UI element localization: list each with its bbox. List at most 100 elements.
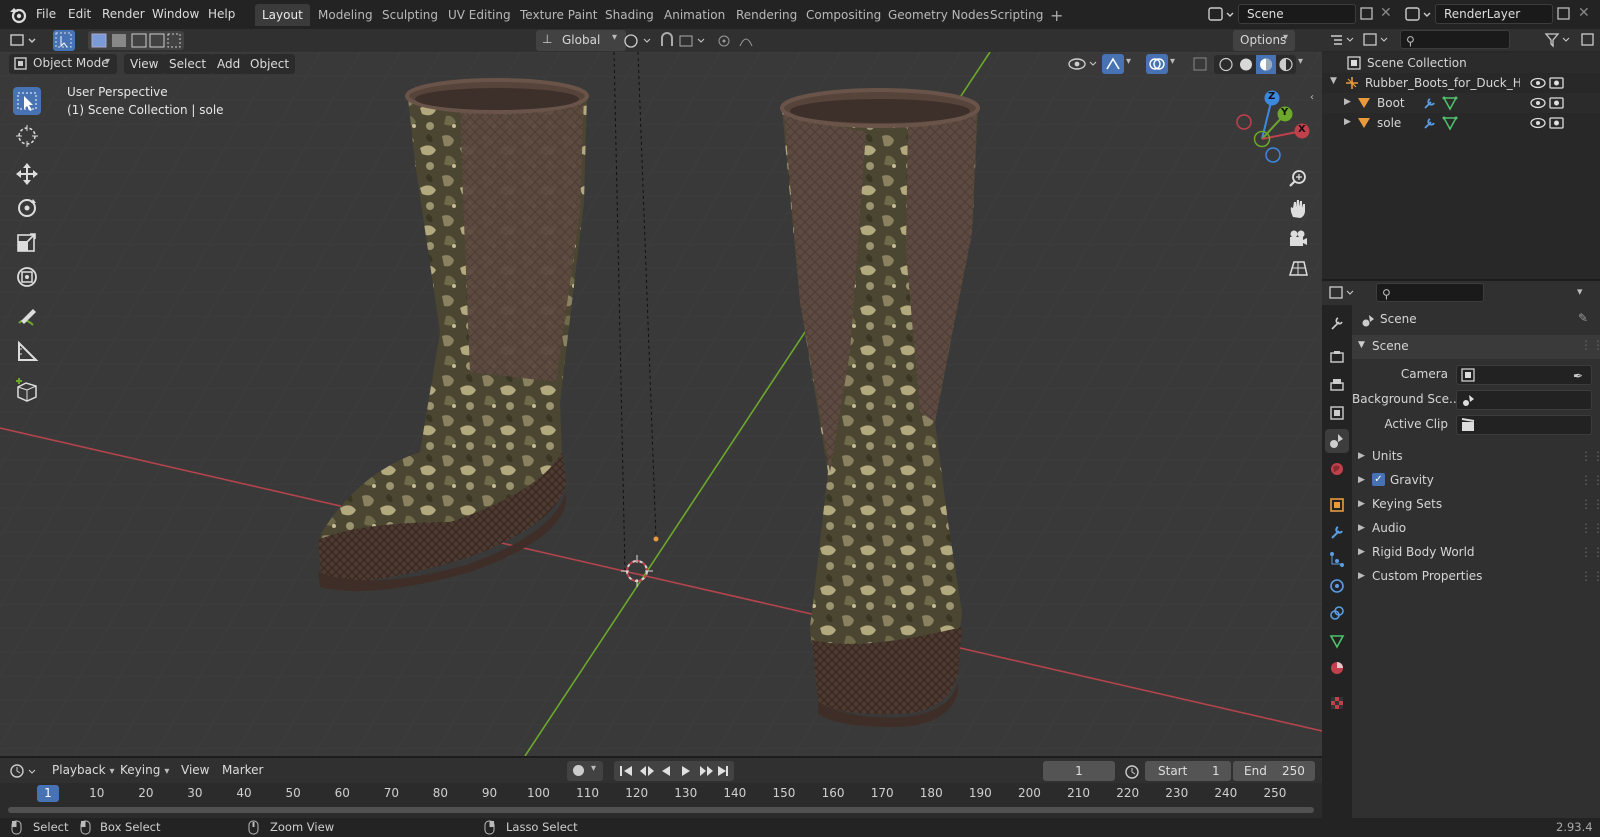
output-tab-icon[interactable] <box>1329 377 1345 393</box>
eyedropper-icon[interactable]: ✒ <box>1573 367 1583 385</box>
expand-down-icon[interactable]: ▼ <box>1330 76 1337 86</box>
current-frame-marker[interactable]: 1 <box>37 785 59 802</box>
display-mode-icon[interactable] <box>1362 32 1392 48</box>
tab-rendering[interactable]: Rendering <box>729 4 804 26</box>
eye-icon[interactable] <box>1530 95 1546 111</box>
drag-handle-icon[interactable]: ⋮⋮ <box>1580 469 1600 491</box>
particles-tab-icon[interactable] <box>1329 551 1345 567</box>
audio-panel-header[interactable]: ▶ Audio ⋮⋮ <box>1352 517 1600 539</box>
physics-tab-icon[interactable] <box>1329 578 1345 594</box>
render-tab-icon[interactable] <box>1329 349 1345 365</box>
menu-help[interactable]: Help <box>202 5 241 24</box>
add-cube-icon[interactable] <box>13 377 41 405</box>
tab-scripting[interactable]: Scripting <box>983 4 1050 26</box>
tab-uv-editing[interactable]: UV Editing <box>441 4 518 26</box>
camera-render-icon[interactable] <box>1549 75 1565 91</box>
camera-render-icon[interactable] <box>1549 115 1565 131</box>
options-dropdown[interactable]: Options ▾ <box>1233 30 1295 51</box>
keying-sets-panel-header[interactable]: ▶ Keying Sets ⋮⋮ <box>1352 493 1600 515</box>
chevron-down-icon[interactable]: ▾ <box>1126 56 1131 67</box>
tab-layout[interactable]: Layout <box>255 4 310 26</box>
view-layer-icon[interactable] <box>1404 5 1434 23</box>
move-icon[interactable] <box>13 160 41 188</box>
outliner-row-sole[interactable]: ▶ sole <box>1322 113 1600 133</box>
expand-right-icon[interactable]: ▶ <box>1344 117 1351 127</box>
gravity-panel-header[interactable]: ▶ ✓ Gravity ⋮⋮ <box>1352 469 1600 491</box>
camera-field[interactable]: ✒ <box>1456 365 1592 385</box>
modifiers-tab-icon[interactable] <box>1329 524 1345 540</box>
view-layer-tab-icon[interactable] <box>1329 405 1345 421</box>
texture-tab-icon[interactable] <box>1329 695 1345 711</box>
next-keyframe-button[interactable] <box>696 761 716 781</box>
tab-texture-paint[interactable]: Texture Paint <box>513 4 604 26</box>
drag-handle-icon[interactable]: ⋮⋮ <box>1580 493 1600 515</box>
new-view-layer-icon[interactable] <box>1556 6 1572 22</box>
chevron-down-icon[interactable]: ▾ <box>1298 56 1303 67</box>
chevron-down-icon[interactable]: ▾ <box>1170 56 1175 67</box>
select-tool-icon[interactable] <box>53 30 75 51</box>
scene-tab-icon[interactable] <box>1325 429 1349 453</box>
overlays-toggle-icon[interactable] <box>1146 54 1168 74</box>
grid-icon[interactable] <box>1286 257 1310 281</box>
viewport-menu-select[interactable]: Select <box>163 54 213 74</box>
timeline-menu-keying[interactable]: Keying ▾ <box>114 761 175 780</box>
properties-search-input[interactable]: ⚲ <box>1376 283 1484 302</box>
select-tool-button[interactable] <box>13 87 41 115</box>
menu-render[interactable]: Render <box>96 5 151 24</box>
object-mode-dropdown[interactable]: Object Mode ▾ <box>9 54 117 74</box>
menu-window[interactable]: Window <box>146 5 205 24</box>
close-icon[interactable]: ✕ <box>1380 5 1392 21</box>
jump-end-button[interactable] <box>716 761 734 781</box>
pin-icon[interactable]: ✎ <box>1578 311 1588 325</box>
sidebar-toggle-icon[interactable]: ‹ <box>1310 92 1314 103</box>
editor-type-icon[interactable] <box>1328 285 1358 301</box>
scene-name-field[interactable]: Scene <box>1238 4 1356 24</box>
transform-orientation-dropdown[interactable]: ⊥ Global ▾ <box>536 30 626 51</box>
visibility-eye-icon[interactable] <box>1068 56 1102 72</box>
menu-edit[interactable]: Edit <box>62 5 97 24</box>
stopwatch-icon[interactable] <box>1124 763 1140 779</box>
outliner-row-scene-collection[interactable]: Scene Collection <box>1322 53 1600 73</box>
outliner-search-input[interactable]: ⚲ <box>1400 30 1510 49</box>
outliner-row-boot[interactable]: ▶ Boot <box>1322 93 1600 113</box>
close-view-layer-icon[interactable]: ✕ <box>1578 5 1590 21</box>
background-scene-field[interactable] <box>1456 390 1592 410</box>
timeline-menu-marker[interactable]: Marker <box>216 761 269 780</box>
eye-icon[interactable] <box>1530 115 1546 131</box>
drag-handle-icon[interactable]: ⋮⋮ <box>1580 541 1600 563</box>
filter-icon[interactable] <box>1544 32 1574 48</box>
data-tab-icon[interactable] <box>1329 633 1345 649</box>
eye-icon[interactable] <box>1530 75 1546 91</box>
constraints-tab-icon[interactable] <box>1329 605 1345 621</box>
annotate-icon[interactable] <box>13 303 41 331</box>
timeline-menu-view[interactable]: View <box>175 761 215 780</box>
tab-compositing[interactable]: Compositing <box>799 4 888 26</box>
play-reverse-button[interactable] <box>658 761 676 781</box>
tab-modeling[interactable]: Modeling <box>311 4 380 26</box>
object-tab-icon[interactable] <box>1329 497 1345 513</box>
zoom-icon[interactable] <box>1286 167 1310 191</box>
rotate-icon[interactable] <box>13 194 41 222</box>
drag-handle-icon[interactable]: ⋮⋮ <box>1580 445 1600 467</box>
outliner-row-collection[interactable]: ▼ Rubber_Boots_for_Duck_Hunt <box>1322 73 1600 93</box>
editor-type-icon[interactable] <box>1328 32 1358 48</box>
scene-panel-header[interactable]: ▼ Scene ⋮⋮ <box>1352 335 1600 359</box>
current-frame-field[interactable]: 1 <box>1043 761 1115 781</box>
tool-tab-icon[interactable] <box>1329 315 1345 331</box>
new-collection-icon[interactable] <box>1580 32 1596 48</box>
viewport-menu-view[interactable]: View <box>124 54 165 74</box>
auto-keying-toggle[interactable]: ▾ <box>567 761 603 781</box>
blender-logo-icon[interactable] <box>8 6 28 24</box>
drag-handle-icon[interactable]: ⋮⋮ <box>1580 517 1600 539</box>
units-panel-header[interactable]: ▶ Units ⋮⋮ <box>1352 445 1600 467</box>
xray-toggle-icon[interactable] <box>1192 56 1210 72</box>
menu-file[interactable]: File <box>30 5 62 24</box>
gravity-checkbox-icon[interactable]: ✓ <box>1372 473 1385 486</box>
editor-type-icon[interactable] <box>8 762 40 780</box>
measure-icon[interactable] <box>13 338 41 366</box>
shading-mode-group[interactable] <box>1214 55 1296 74</box>
play-icon[interactable] <box>676 761 696 781</box>
gizmo-toggle-icon[interactable] <box>1102 54 1124 74</box>
viewport-menu-add[interactable]: Add <box>211 54 247 74</box>
camera-icon[interactable] <box>1286 227 1310 251</box>
